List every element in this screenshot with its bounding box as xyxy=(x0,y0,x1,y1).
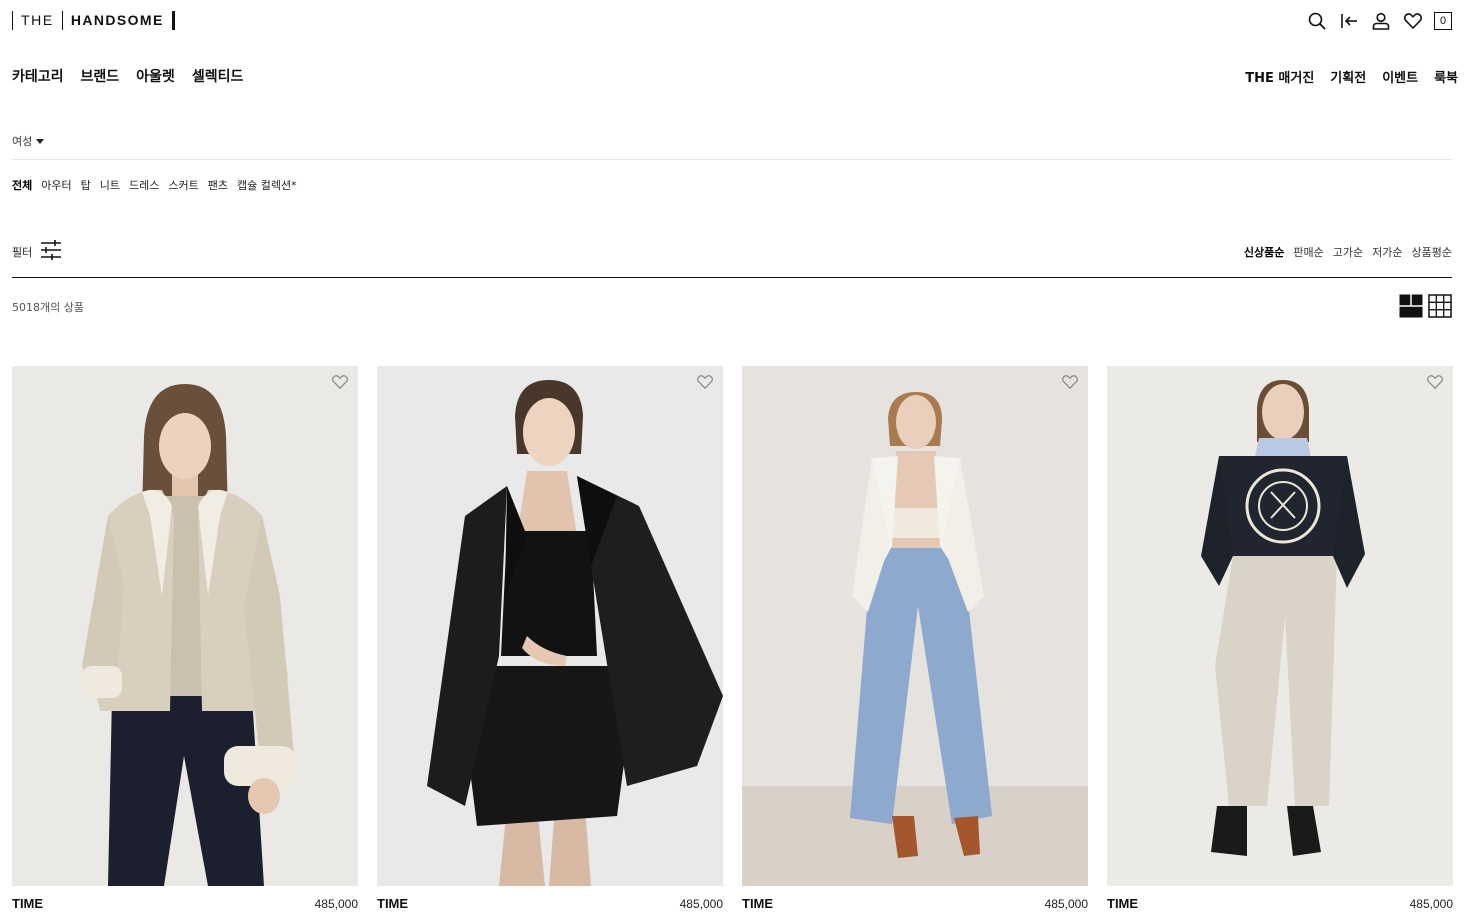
product-count: 5018개의 상품 xyxy=(12,301,84,314)
caret-down-icon xyxy=(36,138,45,144)
nav-item-category[interactable]: 카테고리 xyxy=(12,66,64,86)
search-icon[interactable] xyxy=(1306,10,1328,32)
sort-review[interactable]: 상품평순 xyxy=(1412,244,1452,260)
product-card[interactable]: TIME 485,000 xyxy=(12,366,358,911)
product-meta: TIME 485,000 xyxy=(12,896,358,911)
wishlist-heart-icon[interactable] xyxy=(1426,374,1444,394)
category-tab-outer[interactable]: 아우터 xyxy=(41,177,71,193)
product-brand[interactable]: TIME xyxy=(12,896,43,911)
filter-icon xyxy=(40,240,62,263)
product-meta: TIME 485,000 xyxy=(377,896,723,911)
nav-item-lookbook[interactable]: 룩북 xyxy=(1434,67,1458,86)
product-image[interactable] xyxy=(377,366,723,886)
product-card[interactable]: TIME 485,000 xyxy=(377,366,723,911)
divider xyxy=(12,159,1452,160)
category-tab-all[interactable]: 전체 xyxy=(12,177,32,193)
divider xyxy=(12,277,1452,278)
product-price: 485,000 xyxy=(314,896,358,911)
product-price: 485,000 xyxy=(1409,896,1453,911)
gender-label: 여성 xyxy=(12,135,33,148)
category-tab-knit[interactable]: 니트 xyxy=(100,177,120,193)
sort-options: 신상품순 판매순 고가순 저가순 상품평순 xyxy=(1244,244,1452,260)
nav-item-exhibition[interactable]: 기획전 xyxy=(1330,67,1366,86)
product-brand[interactable]: TIME xyxy=(1107,896,1138,911)
utility-bar: 0 xyxy=(1306,10,1452,32)
category-tab-top[interactable]: 탑 xyxy=(81,177,91,193)
secondary-nav: THE 매거진 기획전 이벤트 룩북 xyxy=(1245,67,1458,86)
category-tab-dress[interactable]: 드레스 xyxy=(129,177,159,193)
wishlist-heart-icon[interactable] xyxy=(696,374,714,394)
product-meta: TIME 485,000 xyxy=(1107,896,1453,911)
product-brand[interactable]: TIME xyxy=(742,896,773,911)
product-price: 485,000 xyxy=(679,896,723,911)
sort-newest[interactable]: 신상품순 xyxy=(1244,244,1284,260)
logo-bar xyxy=(61,10,63,30)
user-icon[interactable] xyxy=(1370,10,1392,32)
gender-dropdown[interactable]: 여성 xyxy=(12,133,45,149)
product-brand[interactable]: TIME xyxy=(377,896,408,911)
product-image[interactable] xyxy=(742,366,1088,886)
logo-bar xyxy=(12,10,13,30)
product-image[interactable] xyxy=(1107,366,1453,886)
logout-icon[interactable] xyxy=(1338,10,1360,32)
nav-item-selected[interactable]: 셀렉티드 xyxy=(192,66,244,86)
logo-bar xyxy=(171,10,175,30)
product-grid: TIME 485,000 TIME 485,000 TIME 485,000 T… xyxy=(12,366,1453,911)
logo-the: THE xyxy=(21,12,54,28)
filter-button[interactable]: 필터 xyxy=(12,240,62,263)
nav-item-outlet[interactable]: 아울렛 xyxy=(136,66,175,86)
sort-price-high[interactable]: 고가순 xyxy=(1333,244,1363,260)
product-price: 485,000 xyxy=(1044,896,1088,911)
category-tab-pants[interactable]: 팬츠 xyxy=(208,177,228,193)
logo-handsome: HANDSOME xyxy=(70,12,164,28)
sort-price-low[interactable]: 저가순 xyxy=(1372,244,1402,260)
sort-bestselling[interactable]: 판매순 xyxy=(1293,244,1323,260)
view-toggle xyxy=(1399,294,1452,322)
category-tab-skirt[interactable]: 스커트 xyxy=(168,177,198,193)
grid-3-icon[interactable] xyxy=(1428,294,1452,322)
main-nav: 카테고리 브랜드 아울렛 셀렉티드 xyxy=(12,66,243,86)
product-meta: TIME 485,000 xyxy=(742,896,1088,911)
filter-label: 필터 xyxy=(12,245,33,259)
wishlist-heart-icon[interactable] xyxy=(1061,374,1079,394)
product-card[interactable]: TIME 485,000 xyxy=(1107,366,1453,911)
product-image[interactable] xyxy=(12,366,358,886)
grid-2-icon[interactable] xyxy=(1399,294,1423,322)
cart-button[interactable]: 0 xyxy=(1434,12,1452,30)
product-card[interactable]: TIME 485,000 xyxy=(742,366,1088,911)
site-logo[interactable]: THE HANDSOME xyxy=(12,10,175,30)
category-tabs: 전체 아우터 탑 니트 드레스 스커트 팬츠 캡슐 컬렉션* xyxy=(12,177,297,193)
category-tab-capsule[interactable]: 캡슐 컬렉션* xyxy=(237,177,297,193)
wishlist-heart-icon[interactable] xyxy=(1402,10,1424,32)
nav-item-brand[interactable]: 브랜드 xyxy=(81,66,120,86)
wishlist-heart-icon[interactable] xyxy=(331,374,349,394)
nav-item-magazine[interactable]: THE 매거진 xyxy=(1245,67,1314,86)
nav-item-event[interactable]: 이벤트 xyxy=(1382,67,1418,86)
